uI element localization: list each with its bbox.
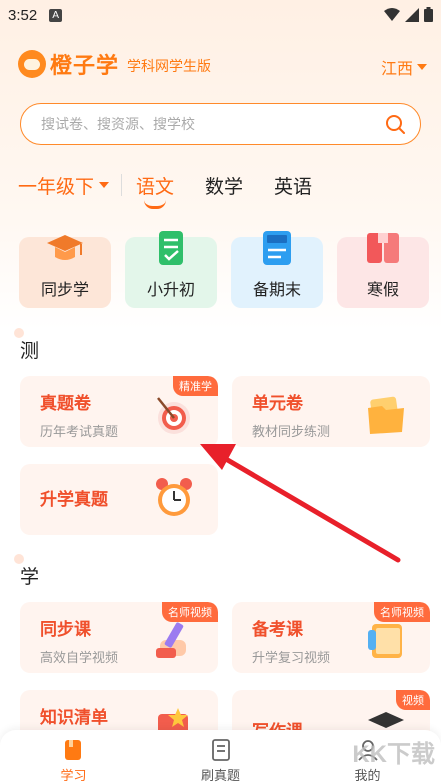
watermark: KK下载 [352,741,435,768]
book-icon [367,233,399,263]
pencil-hand-icon [156,622,186,658]
signal-icon [405,7,419,22]
region-selector[interactable]: 江西 [381,55,427,79]
book-nav-icon [64,740,81,760]
quick-sync-learn[interactable]: 同步学 [19,235,111,308]
notification-a-icon: A [49,8,63,22]
card-past-papers[interactable]: 真题卷 历年考试真题 精准学 [20,376,218,447]
folder-icon [368,396,404,434]
status-icons [384,7,433,22]
battery-icon [424,7,433,22]
card-exam-prep-course[interactable]: 备考课 升学复习视频 名师视频 [232,602,430,673]
section-title-test: 测 [13,328,39,363]
nav-practice[interactable]: 刷真题 [147,730,294,784]
quick-label: 寒假 [366,280,399,299]
region-label: 江西 [380,59,413,78]
tab-math[interactable]: 数学 [205,172,243,199]
quick-label: 备期末 [252,280,301,299]
notebook-icon [368,624,402,658]
quick-primary-to-middle[interactable]: 小升初 [125,231,217,308]
checklist-icon [159,231,183,265]
app-header: 橙子学 学科网学生版 [18,48,211,80]
target-icon [157,397,190,434]
alarm-clock-icon [156,478,192,516]
quick-final-exam[interactable]: 备期末 [231,231,323,308]
section-title-learn: 学 [13,554,39,589]
exam-paper-icon [263,231,291,265]
quick-label: 小升初 [146,280,195,299]
orange-logo-icon [18,50,46,78]
caret-down-icon [417,64,427,70]
quick-label: 同步学 [40,280,89,299]
tab-english[interactable]: 英语 [274,172,312,199]
quick-winter-break[interactable]: 寒假 [337,233,429,308]
status-time: 3:52 [8,6,38,24]
tab-divider [121,174,123,196]
subject-tabs: 一年级下 语文 数学 英语 [18,168,428,209]
nav-label: 刷真题 [200,769,240,784]
nav-label: 学习 [60,769,87,784]
nav-learn[interactable]: 学习 [0,730,147,784]
card-unit-papers[interactable]: 单元卷 教材同步练测 [232,376,430,447]
tab-chinese[interactable]: 语文 [136,172,174,209]
card-entrance-exams[interactable]: 升学真题 [20,464,218,535]
app-subtitle: 学科网学生版 [127,59,212,75]
search-icon[interactable] [384,113,406,135]
caret-down-icon [99,182,110,188]
status-bar: 3:52 A [0,0,441,30]
app-name: 橙子学 [50,54,120,79]
search-placeholder: 搜试卷、搜资源、搜学校 [41,117,195,133]
grade-label: 一年级下 [18,175,95,198]
graduation-cap-icon [47,235,83,260]
wifi-icon [384,7,400,21]
exam-nav-icon [211,739,230,761]
card-sync-course[interactable]: 同步课 高效自学视频 名师视频 [20,602,218,673]
search-input[interactable]: 搜试卷、搜资源、搜学校 [20,103,421,145]
grade-selector[interactable]: 一年级下 [18,172,110,199]
quick-actions: 同步学 小升初 备期末 寒假 [19,231,429,308]
